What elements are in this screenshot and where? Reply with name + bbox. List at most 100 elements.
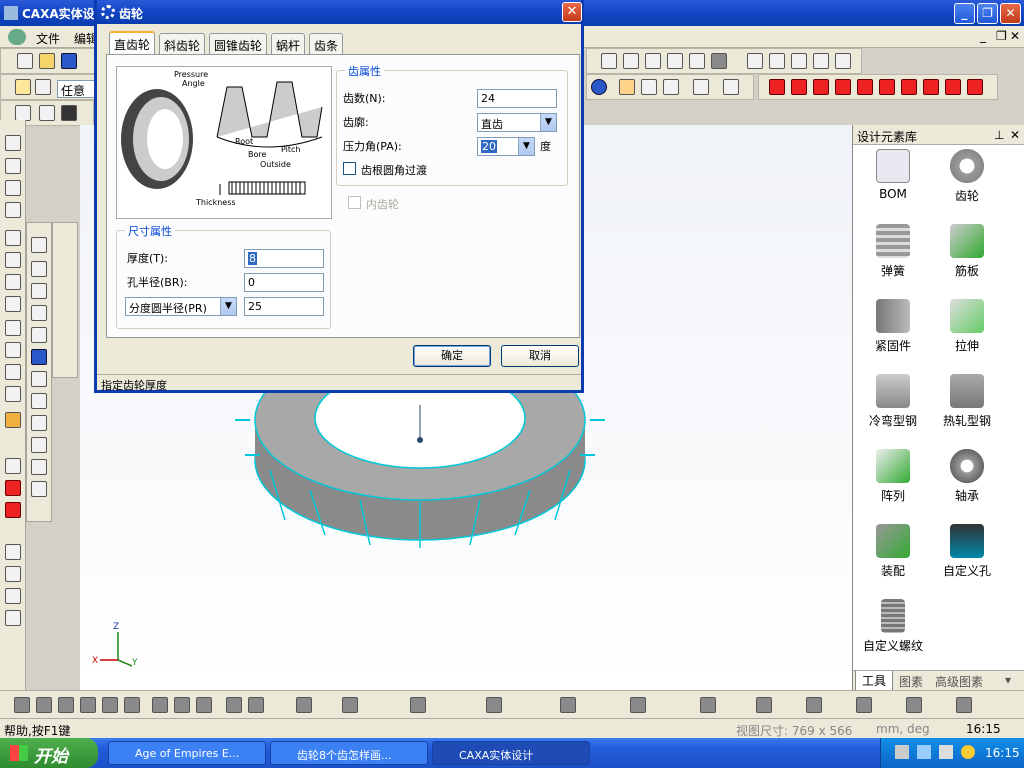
- select-arrow-icon[interactable]: [15, 79, 31, 95]
- bottom-tool-19-icon[interactable]: [756, 697, 772, 713]
- zoom-icon[interactable]: [5, 230, 21, 246]
- bottom-tool-3-icon[interactable]: [58, 697, 74, 713]
- library-item-spring[interactable]: 弹簧: [853, 224, 933, 279]
- sketch-11-icon[interactable]: [31, 459, 47, 475]
- bottom-tool-7-icon[interactable]: [152, 697, 168, 713]
- bottom-tool-4-icon[interactable]: [80, 697, 96, 713]
- root-fillet-checkbox[interactable]: [343, 162, 356, 175]
- feature-tool-10-icon[interactable]: [813, 53, 829, 69]
- render-icon[interactable]: [591, 79, 607, 95]
- mdi-close-icon[interactable]: ✕: [1010, 29, 1020, 43]
- bore-radius-input[interactable]: 0: [244, 273, 324, 292]
- library-item-custom-hole[interactable]: 自定义孔: [927, 524, 1007, 579]
- sketch-9-icon[interactable]: [31, 415, 47, 431]
- feature-tool-3-icon[interactable]: [645, 53, 661, 69]
- bottom-tool-20-icon[interactable]: [806, 697, 822, 713]
- bottom-tool-17-icon[interactable]: [630, 697, 646, 713]
- library-item-hot-rolled-steel[interactable]: 热轧型钢: [927, 374, 1007, 429]
- tray-tool-icon[interactable]: [917, 745, 931, 759]
- bottom-tool-14-icon[interactable]: [410, 697, 426, 713]
- color-3-icon[interactable]: [813, 79, 829, 95]
- bottom-tool-1-icon[interactable]: [14, 697, 30, 713]
- tool-20-icon[interactable]: [5, 610, 21, 626]
- color-6-icon[interactable]: [879, 79, 895, 95]
- bottom-tool-23-icon[interactable]: [956, 697, 972, 713]
- tray-app-icon[interactable]: [939, 745, 953, 759]
- sketch-7-icon[interactable]: [31, 371, 47, 387]
- library-item-gear[interactable]: 齿轮: [927, 149, 1007, 204]
- menu-file[interactable]: 文件: [36, 30, 60, 47]
- tool-7-icon[interactable]: [5, 274, 21, 290]
- feature-tool-9-icon[interactable]: [791, 53, 807, 69]
- open-icon[interactable]: [39, 53, 55, 69]
- panel-close-icon[interactable]: ✕: [1010, 128, 1020, 142]
- library-item-array[interactable]: 阵列: [853, 449, 933, 504]
- save-icon[interactable]: [61, 53, 77, 69]
- tab-advanced-elements[interactable]: 高级图素: [935, 673, 983, 690]
- tab-elements[interactable]: 图素: [899, 673, 923, 690]
- minimize-button[interactable]: _: [954, 3, 975, 24]
- tool-18-icon[interactable]: [5, 566, 21, 582]
- view-2-icon[interactable]: [641, 79, 657, 95]
- feature-tool-7-icon[interactable]: [747, 53, 763, 69]
- view-3-icon[interactable]: [663, 79, 679, 95]
- sketch-4-icon[interactable]: [31, 305, 47, 321]
- bottom-tool-5-icon[interactable]: [102, 697, 118, 713]
- feature-tool-11-icon[interactable]: [835, 53, 851, 69]
- pitch-radius-select[interactable]: 分度圆半径(PR) ▼: [125, 297, 237, 316]
- bottom-tool-15-icon[interactable]: [486, 697, 502, 713]
- restore-button[interactable]: ❐: [977, 3, 998, 24]
- thickness-input[interactable]: 8: [244, 249, 324, 268]
- view-4-icon[interactable]: [693, 79, 709, 95]
- mdi-minimize-icon[interactable]: _: [980, 29, 986, 43]
- tool-13-icon[interactable]: [5, 412, 21, 428]
- tool-17-icon[interactable]: [5, 544, 21, 560]
- sketch-5-icon[interactable]: [31, 327, 47, 343]
- mdi-restore-icon[interactable]: ❐: [996, 29, 1007, 43]
- bottom-tool-12-icon[interactable]: [296, 697, 312, 713]
- bottom-tool-16-icon[interactable]: [560, 697, 576, 713]
- feature-tool-1-icon[interactable]: [601, 53, 617, 69]
- library-item-assembly[interactable]: 装配: [853, 524, 933, 579]
- view-5-icon[interactable]: [723, 79, 739, 95]
- tool-11-icon[interactable]: [5, 364, 21, 380]
- tab-tools[interactable]: 工具: [855, 671, 894, 691]
- tool-9-icon[interactable]: [5, 320, 21, 336]
- tool-19-icon[interactable]: [5, 588, 21, 604]
- tool-12-icon[interactable]: [5, 386, 21, 402]
- tool-8-icon[interactable]: [5, 296, 21, 312]
- internal-gear-checkbox[interactable]: [348, 196, 361, 209]
- bottom-tool-11-icon[interactable]: [248, 697, 264, 713]
- sketch-8-icon[interactable]: [31, 393, 47, 409]
- teeth-count-input[interactable]: 24: [477, 89, 557, 108]
- bottom-tool-8-icon[interactable]: [174, 697, 190, 713]
- feature-tool-6-icon[interactable]: [711, 53, 727, 69]
- tab-helical-gear[interactable]: 斜齿轮: [159, 33, 205, 55]
- sketch-2-icon[interactable]: [31, 261, 47, 277]
- dialog-close-button[interactable]: ✕: [562, 2, 582, 22]
- tab-rack[interactable]: 齿条: [309, 33, 343, 55]
- qq-icon[interactable]: [961, 745, 975, 759]
- pitch-radius-input[interactable]: 25: [244, 297, 324, 316]
- library-item-custom-thread[interactable]: 自定义螺纹: [853, 599, 933, 654]
- ok-button[interactable]: 确定: [413, 345, 491, 367]
- sketch-6-icon[interactable]: [31, 349, 47, 365]
- close-button[interactable]: ✕: [1000, 3, 1021, 24]
- bottom-tool-22-icon[interactable]: [906, 697, 922, 713]
- bottom-tool-13-icon[interactable]: [342, 697, 358, 713]
- sketch-1-icon[interactable]: [31, 237, 47, 253]
- task-caxa[interactable]: CAXA实体设计: [432, 741, 590, 765]
- library-item-bom[interactable]: BOM: [853, 149, 933, 201]
- app-menu-icon[interactable]: [8, 29, 26, 45]
- tab-spur-gear[interactable]: 直齿轮: [109, 31, 155, 55]
- small-tool-3-icon[interactable]: [61, 105, 77, 121]
- rotate-icon[interactable]: [5, 158, 21, 174]
- task-age-of-empires[interactable]: Age of Empires E...: [108, 741, 266, 765]
- cancel-button[interactable]: 取消: [501, 345, 579, 367]
- new-icon[interactable]: [17, 53, 33, 69]
- library-item-fastener[interactable]: 紧固件: [853, 299, 933, 354]
- sketch-3-icon[interactable]: [31, 283, 47, 299]
- bottom-tool-9-icon[interactable]: [196, 697, 212, 713]
- feature-tool-8-icon[interactable]: [769, 53, 785, 69]
- tool-3-icon[interactable]: [5, 180, 21, 196]
